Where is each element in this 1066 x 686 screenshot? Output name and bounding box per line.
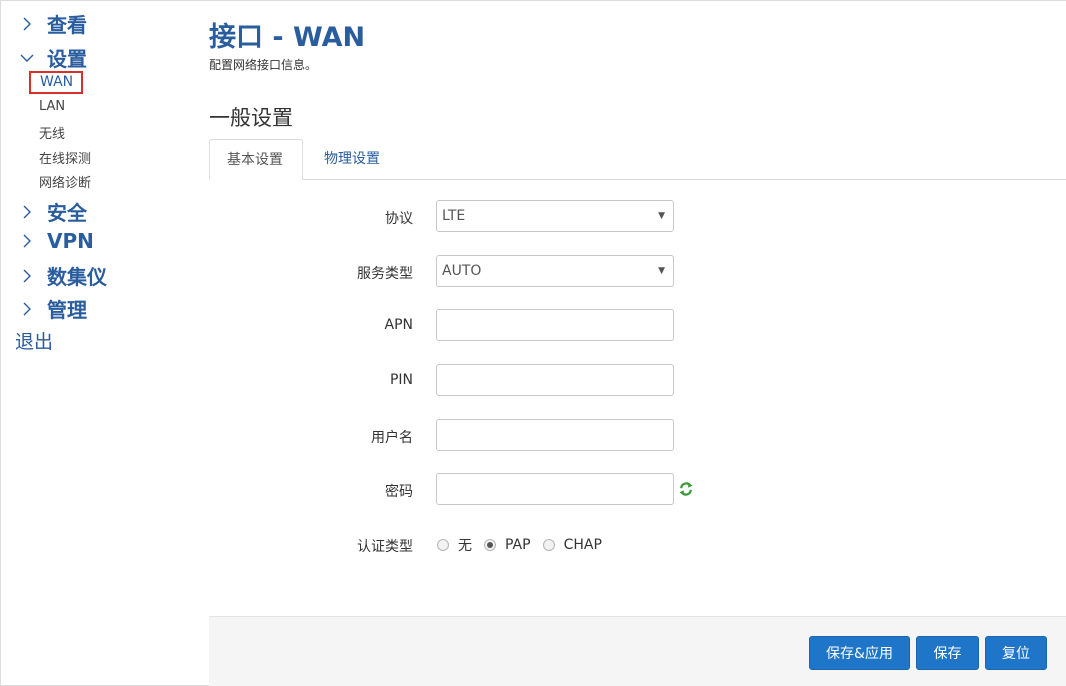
sidebar-item-wan[interactable]: WAN [29, 71, 84, 94]
protocol-select[interactable]: LTE ▼ [436, 200, 674, 232]
triangle-down-icon: ▼ [658, 266, 665, 276]
protocol-row: 协议 LTE ▼ [209, 200, 1066, 234]
auth-chap-radio[interactable] [542, 539, 555, 551]
nav-group-settings[interactable]: 设置 [19, 43, 87, 72]
nav-group-label: 设置 [47, 47, 87, 71]
service-type-select[interactable]: AUTO ▼ [436, 255, 674, 287]
nav-group-label: 查看 [47, 13, 87, 37]
username-input[interactable] [436, 419, 674, 451]
sidebar-item-wireless[interactable]: 无线 [39, 123, 65, 142]
password-input[interactable] [436, 473, 674, 505]
chevron-right-icon [23, 234, 31, 248]
nav-group-view[interactable]: 查看 [19, 9, 87, 38]
service-type-value: AUTO [442, 263, 482, 279]
apn-input[interactable] [436, 309, 674, 341]
apn-label: APN [384, 317, 414, 333]
nav-group-security[interactable]: 安全 [19, 197, 87, 226]
nav-group-label: 数集仪 [47, 265, 107, 289]
nav-group-vpn[interactable]: VPN [19, 229, 94, 253]
nav-group-label: VPN [47, 229, 94, 253]
auth-type-label: 认证类型 [357, 539, 413, 555]
password-label: 密码 [385, 484, 413, 500]
service-type-row: 服务类型 AUTO ▼ [209, 255, 1066, 289]
pin-row: PIN [209, 364, 1066, 398]
tab-physical-settings[interactable]: 物理设置 [307, 139, 397, 179]
main-content: 接口 - WAN 配置网络接口信息。 一般设置 基本设置 物理设置 协议 LTE… [209, 1, 1066, 686]
chevron-right-icon [23, 205, 31, 218]
section-title: 一般设置 [209, 106, 293, 130]
service-type-label: 服务类型 [357, 266, 413, 282]
reset-button[interactable]: 复位 [985, 636, 1047, 670]
auth-type-row: 认证类型 无 PAP CHAP [209, 528, 1066, 562]
username-label: 用户名 [371, 430, 413, 446]
auth-none-label: 无 [458, 538, 472, 554]
triangle-down-icon: ▼ [658, 211, 665, 221]
auth-chap-label: CHAP [563, 537, 602, 553]
logout-link[interactable]: 退出 [15, 327, 53, 354]
protocol-value: LTE [442, 208, 466, 224]
auth-pap-label: PAP [505, 537, 531, 553]
page-description: 配置网络接口信息。 [209, 58, 318, 72]
chevron-down-icon [20, 54, 34, 62]
page-title: 接口 - WAN [209, 22, 366, 53]
password-row: 密码 [209, 473, 1066, 507]
chevron-right-icon [23, 302, 31, 315]
save-apply-button[interactable]: 保存&应用 [809, 636, 910, 670]
nav-group-data-collector[interactable]: 数集仪 [19, 261, 107, 290]
auth-none-radio[interactable] [437, 539, 449, 551]
tab-bar: 基本设置 物理设置 [209, 139, 1066, 180]
username-row: 用户名 [209, 419, 1066, 453]
pin-input[interactable] [436, 364, 674, 396]
refresh-icon[interactable] [678, 481, 694, 497]
protocol-label: 协议 [385, 211, 413, 227]
nav-group-management[interactable]: 管理 [19, 294, 87, 323]
auth-pap-radio[interactable] [484, 539, 496, 551]
chevron-right-icon [23, 17, 31, 30]
apn-row: APN [209, 309, 1066, 343]
save-button[interactable]: 保存 [916, 636, 979, 670]
chevron-right-icon [23, 269, 31, 282]
action-bar: 保存&应用 保存 复位 [209, 616, 1066, 686]
nav-group-label: 安全 [47, 201, 87, 225]
nav-group-label: 管理 [47, 298, 87, 322]
sidebar: 查看 设置 WAN LAN 无线 在线探测 网络诊断 安全 VPN 数集仪 管理… [1, 1, 201, 686]
sidebar-item-online-detection[interactable]: 在线探测 [39, 148, 91, 167]
pin-label: PIN [389, 372, 413, 388]
sidebar-item-network-diagnosis[interactable]: 网络诊断 [39, 172, 91, 191]
sidebar-item-lan[interactable]: LAN [39, 99, 65, 114]
auth-type-radio-group: 无 PAP CHAP [437, 528, 614, 562]
tab-basic-settings[interactable]: 基本设置 [209, 139, 303, 180]
page: 查看 设置 WAN LAN 无线 在线探测 网络诊断 安全 VPN 数集仪 管理… [0, 0, 1066, 686]
